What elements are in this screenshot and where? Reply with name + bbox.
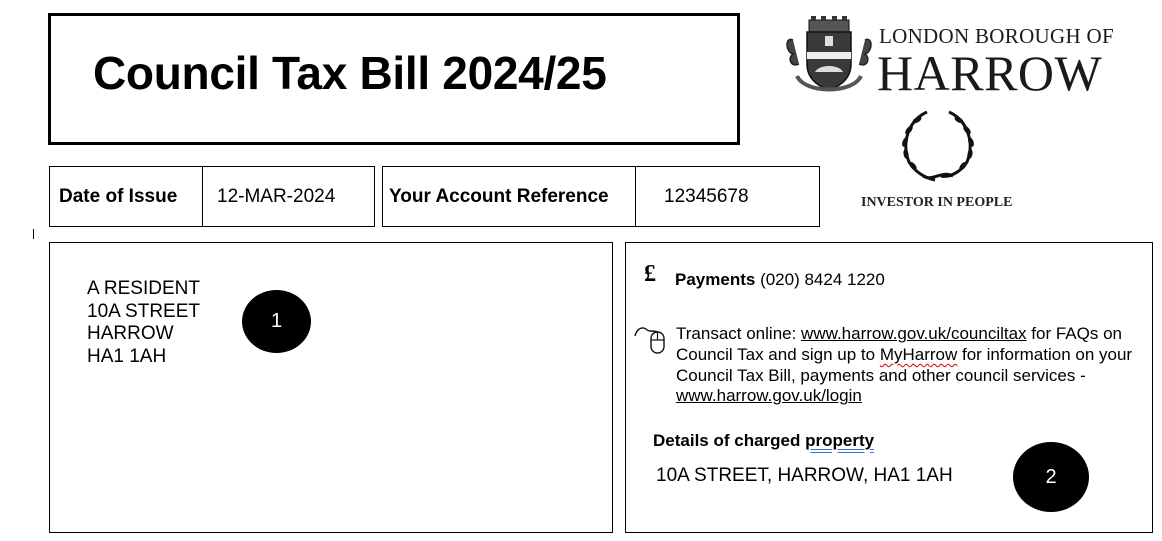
payments-phone: (020) 8424 1220 bbox=[760, 270, 885, 289]
payments-label: Payments bbox=[675, 270, 756, 289]
harrow-crest-icon bbox=[783, 14, 875, 100]
recipient-address: A RESIDENT 10A STREET HARROW HA1 1AH bbox=[87, 278, 200, 368]
mouse-icon bbox=[633, 322, 669, 356]
counciltax-link[interactable]: www.harrow.gov.uk/counciltax bbox=[801, 324, 1027, 343]
charged-property-heading-word: property bbox=[805, 431, 875, 450]
marker-badge-2: 2 bbox=[1013, 442, 1089, 512]
payments-line: Payments (020) 8424 1220 bbox=[675, 270, 885, 290]
recipient-street: 10A STREET bbox=[87, 300, 200, 322]
recipient-name: A RESIDENT bbox=[87, 278, 200, 299]
recipient-postcode: HA1 1AH bbox=[87, 345, 167, 367]
recipient-town: HARROW bbox=[87, 323, 174, 344]
account-reference-value: 12345678 bbox=[664, 185, 749, 207]
pound-icon: £ bbox=[644, 261, 656, 287]
date-of-issue-label: Date of Issue bbox=[50, 167, 203, 226]
text-cursor-mark bbox=[33, 229, 34, 239]
page-title: Council Tax Bill 2024/25 bbox=[93, 47, 607, 99]
online-prefix: Transact online: bbox=[676, 324, 802, 343]
charged-property-address: 10A STREET, HARROW, HA1 1AH bbox=[656, 465, 953, 486]
date-of-issue-value: 12-MAR-2024 bbox=[217, 185, 336, 207]
login-link[interactable]: www.harrow.gov.uk/login bbox=[676, 386, 862, 405]
date-of-issue-box: Date of Issue 12-MAR-2024 bbox=[49, 166, 375, 227]
logo-harrow-text: HARROW bbox=[877, 45, 1103, 101]
transact-online-text: Transact online: www.harrow.gov.uk/counc… bbox=[676, 324, 1146, 407]
laurel-wreath-icon bbox=[897, 106, 979, 186]
account-reference-label: Your Account Reference bbox=[383, 167, 636, 226]
myharrow-brand: MyHarrow bbox=[879, 344, 958, 364]
investor-in-people-text: INVESTOR IN PEOPLE bbox=[861, 195, 1013, 210]
charged-property-heading: Details of charged property bbox=[653, 431, 874, 451]
marker-badge-1: 1 bbox=[242, 290, 311, 353]
account-reference-box: Your Account Reference 12345678 bbox=[382, 166, 820, 227]
charged-property-heading-prefix: Details of charged bbox=[653, 431, 806, 450]
